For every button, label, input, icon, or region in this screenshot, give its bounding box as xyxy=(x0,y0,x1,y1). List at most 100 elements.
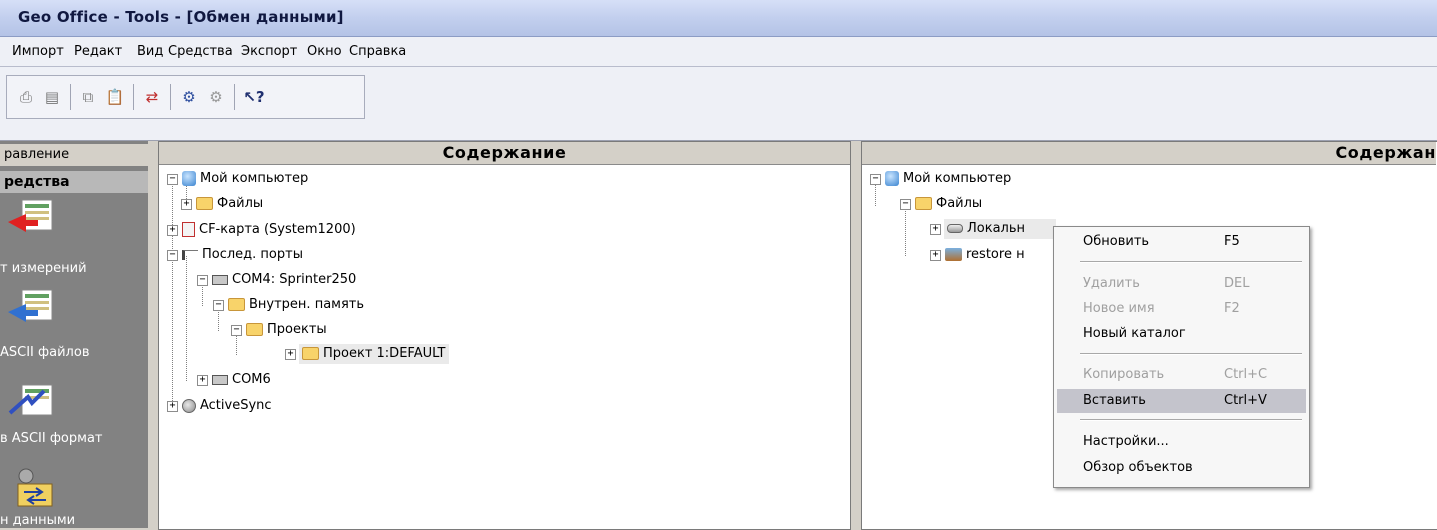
tree-node-my-computer[interactable]: Мой компьютер xyxy=(182,169,308,189)
tree-node-com6[interactable]: COM6 xyxy=(212,370,271,390)
tree-node-label: Мой компьютер xyxy=(200,171,309,186)
tree-node-label: ActiveSync xyxy=(200,398,272,413)
tree-toggle[interactable]: − xyxy=(167,250,178,261)
tree-node-restore[interactable]: restore н xyxy=(945,245,1025,265)
tree-node-label: Файлы xyxy=(217,196,264,211)
tree-toggle[interactable]: + xyxy=(930,250,941,261)
connect-icon[interactable]: ⚙ xyxy=(178,86,200,108)
menu-view[interactable]: Вид xyxy=(137,44,163,59)
tree-node-project-default[interactable]: Проект 1:DEFAULT xyxy=(299,344,449,364)
menu-tools[interactable]: Средства xyxy=(168,44,233,59)
menu-bar: Импорт Редакт Вид Средства Экспорт Окно … xyxy=(0,37,1437,67)
paste-icon[interactable]: 📋 xyxy=(104,86,126,108)
port-icon xyxy=(212,374,228,385)
disconnect-icon[interactable]: ⚙ xyxy=(205,86,227,108)
disk-icon xyxy=(947,224,963,233)
sidebar-item-label[interactable]: ASCII файлов xyxy=(0,345,89,360)
serial-port-icon xyxy=(182,249,198,260)
menu-item-refresh[interactable]: Обновить F5 xyxy=(1057,230,1306,254)
menu-item-delete[interactable]: Удалить DEL xyxy=(1057,272,1306,296)
tree-node-local-disk[interactable]: Локальн xyxy=(944,219,1056,239)
export-ascii-icon[interactable] xyxy=(8,381,58,425)
tree-node-my-computer[interactable]: Мой компьютер xyxy=(885,169,1011,189)
tree-node-label: Проект 1:DEFAULT xyxy=(323,346,446,361)
tree-toggle[interactable]: + xyxy=(181,199,192,210)
copy-icon[interactable]: ⧉ xyxy=(77,86,99,108)
import-measurements-icon[interactable] xyxy=(8,196,58,240)
tree-toggle[interactable]: − xyxy=(197,275,208,286)
tree-node-label: COM6 xyxy=(232,372,271,387)
menu-help[interactable]: Справка xyxy=(349,44,406,59)
toolbar-separator xyxy=(133,84,134,110)
tree-toggle[interactable]: + xyxy=(285,349,296,360)
tree-toggle[interactable]: − xyxy=(231,325,242,336)
menu-item-paste[interactable]: Вставить Ctrl+V xyxy=(1057,389,1306,413)
computer-icon xyxy=(885,171,899,186)
menu-edit[interactable]: Редакт xyxy=(74,44,122,59)
window-title: Geo Office - Tools - [Обмен данными] xyxy=(18,8,344,26)
menu-item-rename[interactable]: Новое имя F2 xyxy=(1057,297,1306,321)
tree-toggle[interactable]: − xyxy=(870,174,881,185)
port-icon xyxy=(212,274,228,285)
menu-import[interactable]: Импорт xyxy=(12,44,64,59)
sidebar-item-label[interactable]: т измерений xyxy=(0,261,87,276)
tree-node-files[interactable]: Файлы xyxy=(915,194,982,214)
tree-node-label: Файлы xyxy=(936,196,983,211)
tree-toggle[interactable]: − xyxy=(167,174,178,185)
tree-node-internal-memory[interactable]: Внутрен. память xyxy=(228,295,364,315)
toolbar-separator xyxy=(70,84,71,110)
tree-node-label: CF-карта (System1200) xyxy=(199,222,356,237)
print-preview-icon[interactable]: ▤ xyxy=(41,86,63,108)
tree-toggle[interactable]: + xyxy=(197,375,208,386)
sidebar: равление редства т измерений ASCII файло… xyxy=(0,141,148,528)
tree-node-label: Послед. порты xyxy=(202,247,303,262)
tree-toggle[interactable]: + xyxy=(167,401,178,412)
tree-node-label: Внутрен. память xyxy=(249,297,365,312)
panel-title: Содержание xyxy=(159,142,850,165)
tree-node-label: COM4: Sprinter250 xyxy=(232,272,357,287)
left-content-panel: Содержание − Мой компьютер + Файлы + CF-… xyxy=(158,141,851,530)
data-exchange-icon[interactable]: ⇄ xyxy=(141,86,163,108)
print-icon[interactable]: ⎙ xyxy=(15,86,37,108)
title-bar: Geo Office - Tools - [Обмен данными] xyxy=(0,0,1437,37)
folder-icon xyxy=(196,197,213,210)
menu-item-object-browser[interactable]: Обзор объектов xyxy=(1057,456,1306,480)
tree-node-cf-card[interactable]: CF-карта (System1200) xyxy=(182,220,356,240)
tree-node-serial-ports[interactable]: Послед. порты xyxy=(182,245,303,265)
tree-toggle[interactable]: − xyxy=(900,199,911,210)
menu-window[interactable]: Окно xyxy=(307,44,342,59)
card-icon xyxy=(182,222,195,237)
tree-toggle[interactable]: + xyxy=(930,224,941,235)
toolbar-separator xyxy=(234,84,235,110)
tree-node-label: Проекты xyxy=(267,322,327,337)
import-ascii-icon[interactable] xyxy=(8,286,58,330)
context-help-icon[interactable]: ↖? xyxy=(243,86,265,108)
sidebar-section-tools[interactable]: редства xyxy=(0,171,148,193)
computer-icon xyxy=(182,171,196,186)
menu-separator xyxy=(1080,261,1302,263)
network-drive-icon xyxy=(945,248,962,261)
menu-export[interactable]: Экспорт xyxy=(241,44,297,59)
tree-node-com4[interactable]: COM4: Sprinter250 xyxy=(212,270,356,290)
sidebar-header[interactable]: равление xyxy=(0,144,148,166)
context-menu: Обновить F5 Удалить DEL Новое имя F2 Новый … xyxy=(1053,226,1310,488)
activesync-icon xyxy=(182,398,196,413)
menu-item-settings[interactable]: Настройки... xyxy=(1057,430,1306,454)
menu-separator xyxy=(1080,353,1302,355)
sidebar-item-label[interactable]: в ASCII формат xyxy=(0,431,102,446)
sidebar-item-label[interactable]: н данными xyxy=(0,513,75,528)
tree-node-projects[interactable]: Проекты xyxy=(246,320,327,340)
tree-node-label: Локальн xyxy=(967,221,1026,236)
tree-toggle[interactable]: − xyxy=(213,300,224,311)
tree-node-files[interactable]: Файлы xyxy=(196,194,263,214)
folder-icon xyxy=(246,323,263,336)
toolbar-separator xyxy=(170,84,171,110)
folder-icon xyxy=(915,197,932,210)
tree-toggle[interactable]: + xyxy=(167,225,178,236)
toolbar-group: ⎙ ▤ ⧉ 📋 ⇄ ⚙ ⚙ ↖? xyxy=(6,75,365,119)
menu-item-copy[interactable]: Копировать Ctrl+C xyxy=(1057,363,1306,387)
tree-node-activesync[interactable]: ActiveSync xyxy=(182,396,272,416)
menu-item-new-folder[interactable]: Новый каталог xyxy=(1057,322,1306,346)
data-exchange-icon[interactable] xyxy=(8,466,58,510)
panel-title: Содержан xyxy=(862,142,1436,165)
